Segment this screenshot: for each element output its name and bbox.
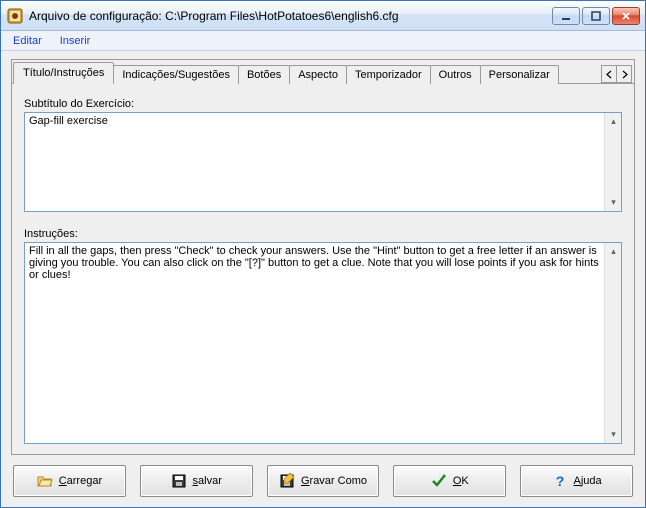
save-button[interactable]: salvar — [140, 465, 253, 497]
load-button[interactable]: Carregar — [13, 465, 126, 497]
close-button[interactable] — [612, 7, 640, 25]
button-bar: Carregar salvar — [11, 465, 635, 497]
saveas-button[interactable]: Gravar Como — [267, 465, 380, 497]
tab-scroll-left[interactable] — [601, 65, 617, 83]
tab-container: Título/Instruções Indicações/Sugestões B… — [11, 59, 635, 455]
scroll-up-icon[interactable]: ▴ — [605, 243, 622, 260]
save-label: salvar — [193, 475, 222, 487]
tab-botoes[interactable]: Botões — [238, 65, 290, 84]
help-button[interactable]: ? Ajuda — [520, 465, 633, 497]
instructions-scrollbar[interactable]: ▴ ▾ — [604, 243, 621, 443]
tab-outros[interactable]: Outros — [430, 65, 481, 84]
load-label: Carregar — [59, 475, 102, 487]
scroll-up-icon[interactable]: ▴ — [605, 113, 622, 130]
tab-aspecto[interactable]: Aspecto — [289, 65, 347, 84]
tab-scroll-right[interactable] — [616, 65, 632, 83]
scroll-down-icon[interactable]: ▾ — [605, 426, 622, 443]
check-icon — [431, 473, 447, 489]
help-label: Ajuda — [574, 475, 602, 487]
minimize-button[interactable] — [552, 7, 580, 25]
save-icon — [171, 473, 187, 489]
instructions-value[interactable]: Fill in all the gaps, then press "Check"… — [25, 243, 604, 443]
title-bar: Arquivo de configuração: C:\Program File… — [1, 1, 645, 31]
tab-temporizador[interactable]: Temporizador — [346, 65, 431, 84]
tab-titulo[interactable]: Título/Instruções — [13, 62, 114, 84]
subtitle-label: Subtítulo do Exercício: — [24, 98, 622, 110]
menu-bar: Editar Inserir — [1, 31, 645, 51]
ok-label: OK — [453, 475, 469, 487]
ok-button[interactable]: OK — [393, 465, 506, 497]
subtitle-value[interactable]: Gap-fill exercise — [25, 113, 604, 211]
scroll-down-icon[interactable]: ▾ — [605, 194, 622, 211]
tab-scroll — [602, 65, 634, 83]
instructions-textarea[interactable]: Fill in all the gaps, then press "Check"… — [24, 242, 622, 444]
tab-personalizar[interactable]: Personalizar — [480, 65, 559, 84]
saveas-label: Gravar Como — [301, 475, 367, 487]
help-icon: ? — [552, 473, 568, 489]
tab-page-titulo: Subtítulo do Exercício: Gap-fill exercis… — [12, 84, 634, 454]
window-controls — [552, 7, 640, 25]
instructions-label: Instruções: — [24, 228, 622, 240]
app-icon — [7, 8, 23, 24]
folder-open-icon — [37, 473, 53, 489]
subtitle-textarea[interactable]: Gap-fill exercise ▴ ▾ — [24, 112, 622, 212]
maximize-button[interactable] — [582, 7, 610, 25]
config-window: Arquivo de configuração: C:\Program File… — [0, 0, 646, 508]
client-area: Título/Instruções Indicações/Sugestões B… — [1, 51, 645, 507]
tab-strip: Título/Instruções Indicações/Sugestões B… — [12, 60, 634, 84]
save-as-icon — [279, 473, 295, 489]
menu-edit[interactable]: Editar — [5, 33, 50, 49]
subtitle-scrollbar[interactable]: ▴ ▾ — [604, 113, 621, 211]
svg-text:?: ? — [555, 473, 564, 489]
window-title: Arquivo de configuração: C:\Program File… — [29, 9, 552, 23]
tab-indicacoes[interactable]: Indicações/Sugestões — [113, 65, 239, 84]
menu-insert[interactable]: Inserir — [52, 33, 99, 49]
